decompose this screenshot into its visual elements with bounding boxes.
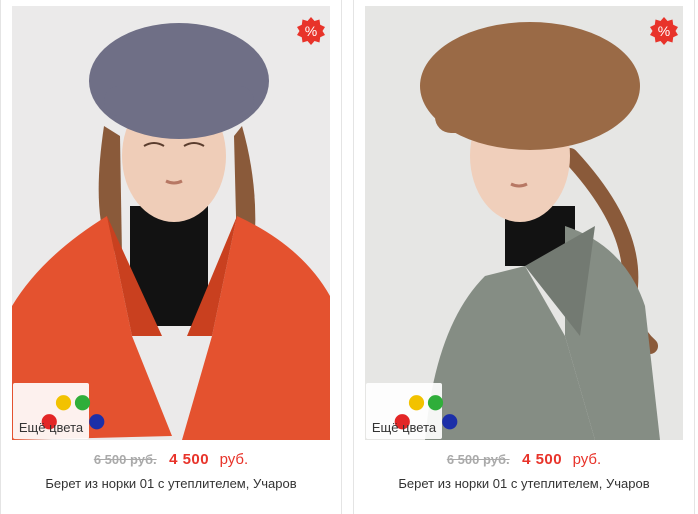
more-colors-button[interactable]: Ещё цвета: [366, 383, 458, 439]
sale-percent-icon: %: [297, 17, 325, 45]
sale-percent-icon: %: [650, 17, 678, 45]
product-title[interactable]: Берет из норки 01 с утеплителем, Учаров: [354, 476, 694, 491]
product-card[interactable]: % Ещё цвета 6 500 руб. 4 500 руб. Берет …: [353, 0, 695, 514]
product-photo[interactable]: % Ещё цвета: [365, 6, 683, 440]
svg-text:%: %: [305, 23, 317, 39]
more-colors-button[interactable]: Ещё цвета: [13, 383, 105, 439]
new-price: 4 500: [169, 451, 210, 468]
product-title[interactable]: Берет из норки 01 с утеплителем, Учаров: [1, 476, 341, 491]
old-price: 6 500 руб.: [446, 452, 510, 467]
product-grid: % Ещё цвета 6 500 руб. 4 500 руб. Берет …: [0, 0, 698, 514]
sale-badge: %: [649, 16, 679, 46]
product-photo[interactable]: % Ещё цвета: [12, 6, 330, 440]
svg-text:%: %: [658, 23, 670, 39]
price-currency: руб.: [572, 451, 602, 468]
old-price: 6 500 руб.: [93, 452, 157, 467]
more-colors-label: Ещё цвета: [371, 420, 437, 435]
sale-badge: %: [296, 16, 326, 46]
more-colors-label: Ещё цвета: [18, 420, 84, 435]
product-image: [12, 6, 330, 440]
product-image: [365, 6, 683, 440]
price-currency: руб.: [219, 451, 249, 468]
price-row: 6 500 руб. 4 500 руб.: [1, 451, 341, 469]
product-card[interactable]: % Ещё цвета 6 500 руб. 4 500 руб. Берет …: [0, 0, 342, 514]
new-price: 4 500: [522, 451, 563, 468]
price-row: 6 500 руб. 4 500 руб.: [354, 451, 694, 469]
